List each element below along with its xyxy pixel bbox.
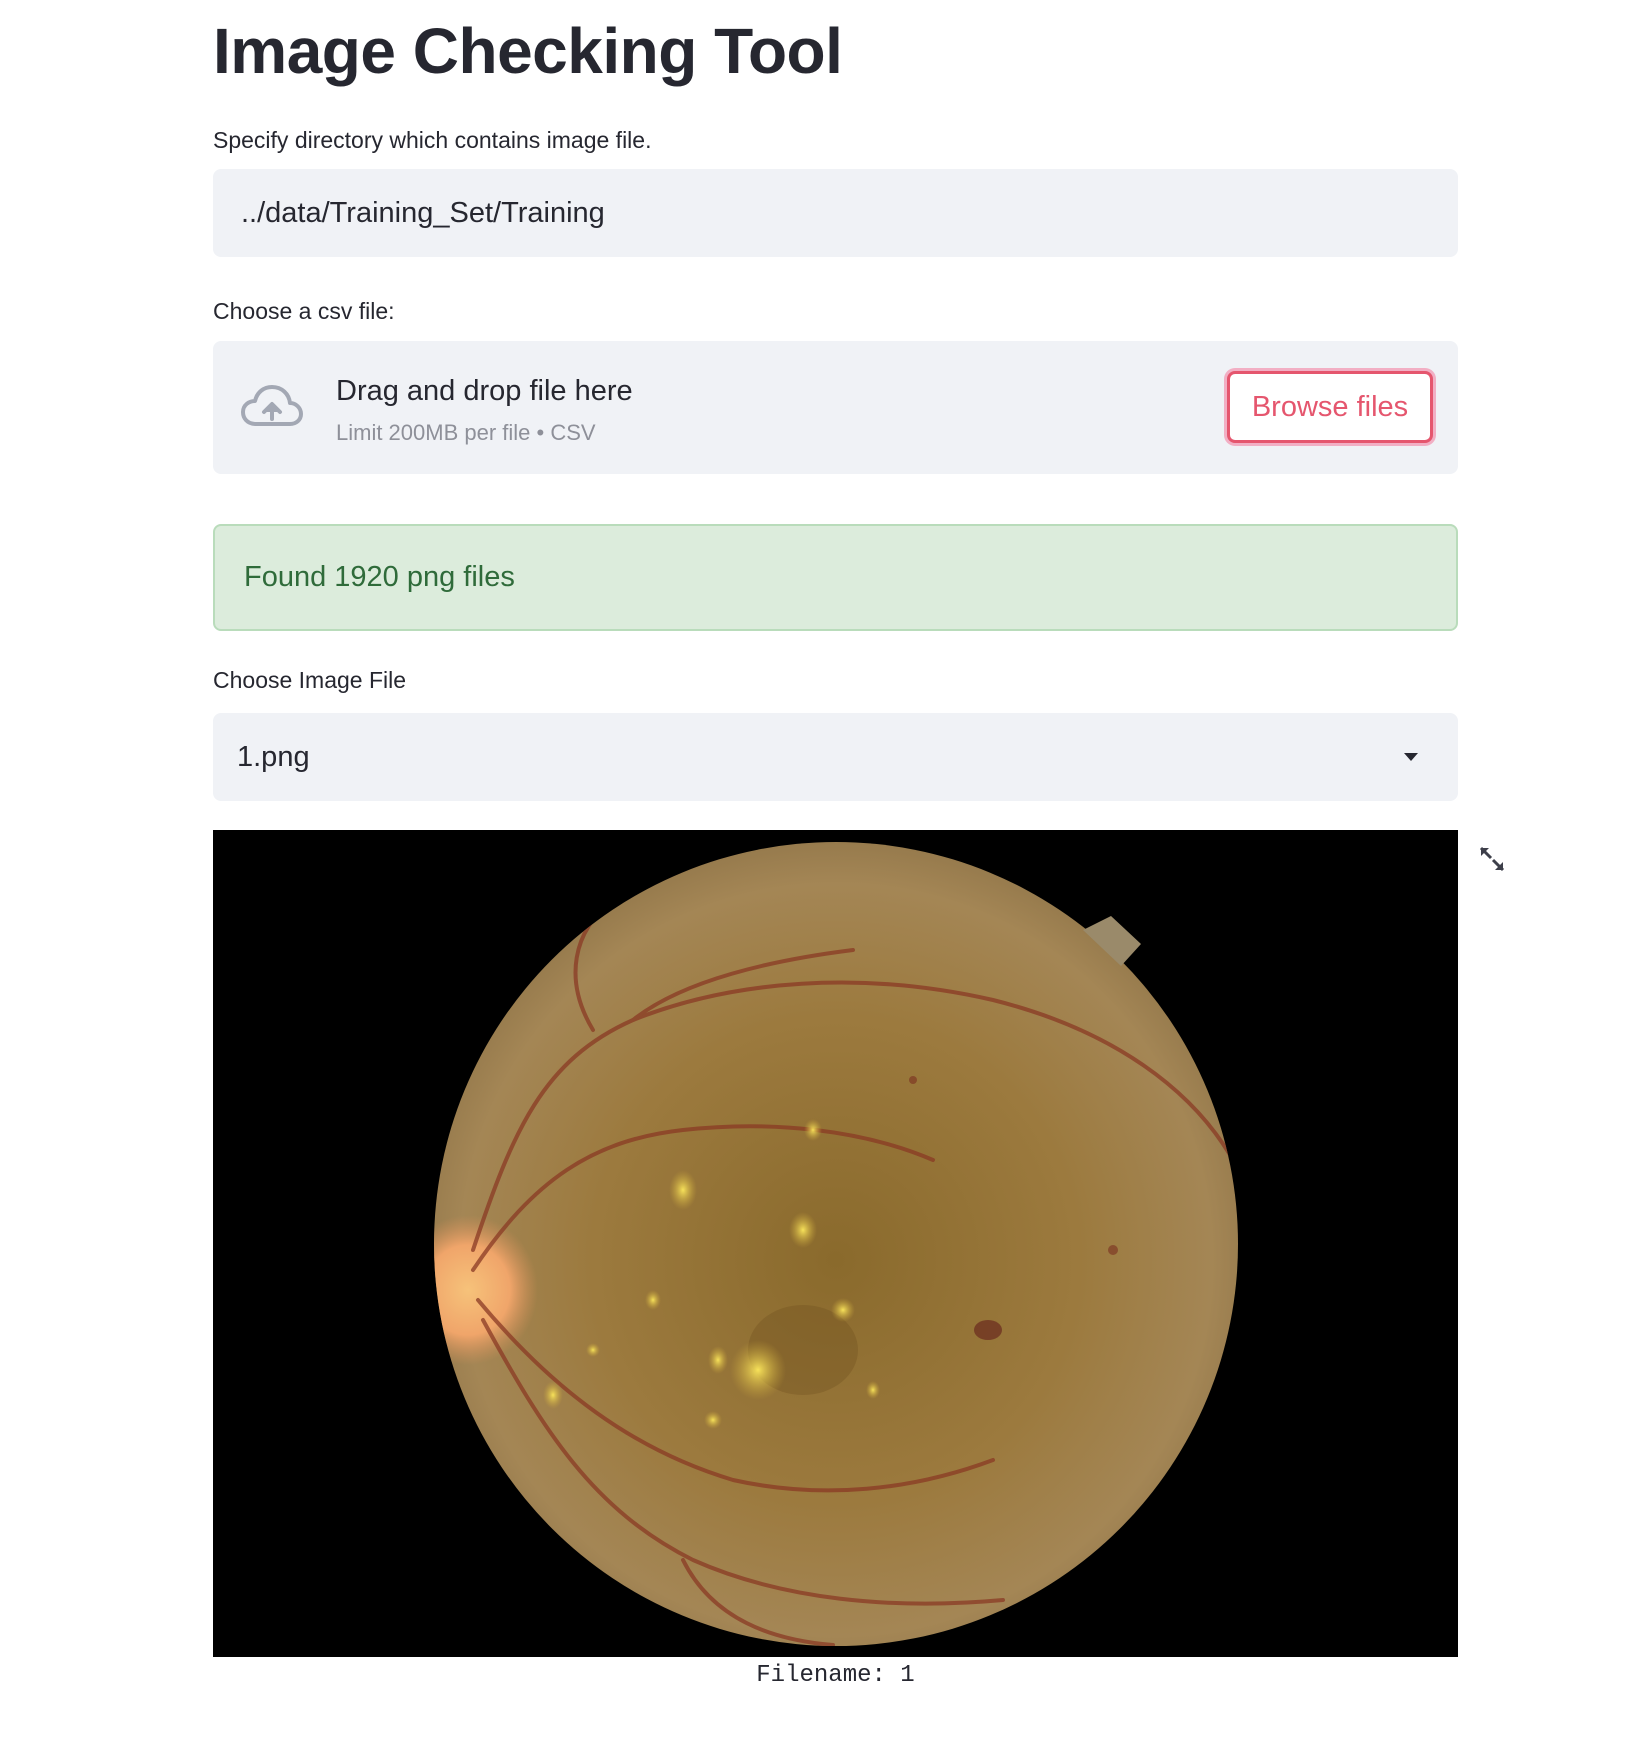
uploader-instructions: Drag and drop file here Limit 200MB per …: [336, 375, 633, 446]
upload-limit-text: Limit 200MB per file • CSV: [336, 420, 596, 445]
image-viewer: [213, 830, 1458, 1657]
browse-files-button[interactable]: Browse files: [1227, 371, 1433, 443]
csv-file-uploader[interactable]: Drag and drop file here Limit 200MB per …: [213, 341, 1458, 474]
selected-image-value: 1.png: [237, 740, 310, 773]
cloud-upload-icon: [241, 385, 303, 426]
status-success-alert: Found 1920 png files: [213, 524, 1458, 631]
image-caption: Filename: 1: [756, 1662, 915, 1689]
image-file-select[interactable]: 1.png: [213, 713, 1458, 801]
drop-zone-text: Drag and drop file here: [336, 375, 633, 407]
chevron-down-icon: [1404, 753, 1418, 761]
image-select-label: Choose Image File: [213, 667, 407, 693]
status-message: Found 1920 png files: [244, 561, 515, 593]
directory-input-label: Specify directory which contains image f…: [213, 127, 652, 153]
retinal-fundus-image: [434, 842, 1238, 1646]
directory-input[interactable]: [213, 169, 1458, 257]
csv-uploader-label: Choose a csv file:: [213, 298, 395, 324]
fullscreen-icon[interactable]: [1478, 845, 1506, 873]
page-title: Image Checking Tool: [213, 15, 843, 87]
